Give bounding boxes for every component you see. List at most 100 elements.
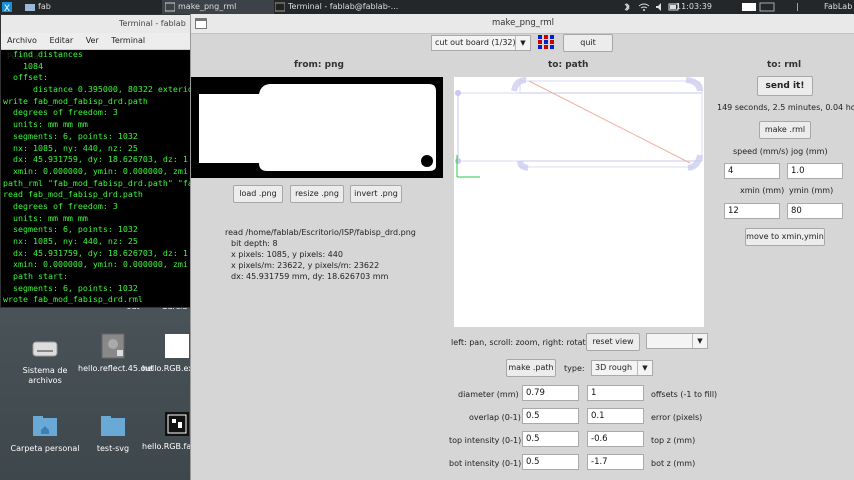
type-select[interactable]: 3D rough ▼ [591, 360, 653, 376]
desktop-switcher[interactable] [740, 0, 776, 14]
jog-label: jog (mm) [791, 147, 828, 156]
terminal-output[interactable]: find distances 1084 offset: distance 0.3… [3, 49, 195, 305]
jog-input[interactable]: 1.0 [787, 163, 843, 179]
error-input[interactable]: 0.1 [587, 408, 644, 424]
taskbar-item-terminal[interactable]: Terminal - fablab@fablab-... [272, 0, 408, 14]
menu-ver[interactable]: Ver [86, 36, 99, 45]
ymin-input[interactable]: 80 [787, 203, 843, 219]
chevron-down-icon: ▼ [692, 334, 707, 348]
terminal-line: nx: 1085, ny: 440, nz: 25 [3, 142, 138, 153]
make-png-rml-window[interactable]: make_png_rml cut out board (1/32) ▼ quit… [190, 14, 854, 480]
terminal-line: write fab_mod_fabisp_drd.path [3, 95, 148, 106]
terminal-line: degrees of freedom: 3 [3, 107, 118, 118]
terminal-window[interactable]: Terminal - fablab Archivo Editar Ver Ter… [0, 14, 196, 308]
color-grid-icon[interactable] [537, 34, 555, 50]
make-path-button[interactable]: make .path [506, 359, 556, 377]
terminal-titlebar[interactable]: Terminal - fablab [1, 15, 195, 33]
bot-intensity-input[interactable]: 0.5 [522, 454, 579, 470]
terminal-line: xmin: 0.000000, ymin: 0.000000, zmi [3, 165, 188, 176]
image-icon [163, 332, 191, 360]
terminal-line: degrees of freedom: 3 [3, 200, 118, 211]
move-to-xmin-ymin-button[interactable]: move to xmin,ymin [745, 228, 825, 246]
desktop-icon-home-folder[interactable]: Carpeta personal [10, 412, 80, 454]
terminal-icon [275, 2, 285, 12]
ymin-label: ymin (mm) [789, 186, 834, 195]
quit-button[interactable]: quit [563, 34, 613, 52]
view-select[interactable]: ▼ [646, 333, 708, 349]
reset-view-button[interactable]: reset view [586, 333, 640, 351]
taskbar-item-make-png-rml[interactable]: make_png_rml [162, 0, 274, 14]
png-info-pixels: x pixels: 1085, y pixels: 440 [231, 250, 343, 259]
path-preview[interactable] [454, 77, 704, 327]
resize-png-button[interactable]: resize .png [290, 185, 344, 203]
overlap-input[interactable]: 0.5 [522, 408, 579, 424]
terminal-line: offset: [3, 72, 48, 83]
send-it-button[interactable]: send it! [757, 76, 813, 96]
terminal-line: units: mm mm mm [3, 212, 88, 223]
time-estimate: 149 seconds, 2.5 minutes, 0.04 hours [717, 103, 854, 112]
terminal-line: 1084 [3, 60, 43, 71]
bot-z-input[interactable]: -1.7 [587, 454, 644, 470]
xmin-input[interactable]: 12 [724, 203, 780, 219]
window-icon [165, 2, 175, 12]
mode-select-value: cut out board (1/32) [435, 38, 516, 47]
window-titlebar[interactable]: make_png_rml [191, 14, 854, 34]
top-intensity-input[interactable]: 0.5 [522, 431, 579, 447]
folder-icon [99, 412, 127, 440]
desktop-icon-test-svg[interactable]: test-svg [78, 412, 148, 454]
bluetooth-icon[interactable] [622, 0, 632, 14]
terminal-line: path_rml "fab_mod_fabisp_drd.path" "fa [3, 177, 193, 188]
toolpath-view [455, 77, 703, 178]
png-info-pixels-per-m: x pixels/m: 23622, y pixels/m: 23622 [231, 261, 380, 270]
make-rml-button[interactable]: make .rml [759, 121, 811, 139]
executable-icon [99, 332, 127, 360]
terminal-line: dx: 45.931759, dy: 18.626703, dz: 1 [3, 247, 188, 258]
invert-png-button[interactable]: invert .png [350, 185, 402, 203]
diameter-input[interactable]: 0.79 [522, 385, 579, 401]
menu-archivo[interactable]: Archivo [7, 36, 37, 45]
bot-intensity-label: bot intensity (0-1) [449, 459, 522, 468]
offsets-input[interactable]: 1 [587, 385, 644, 401]
xmin-label: xmin (mm) [740, 186, 785, 195]
user-name[interactable]: FabLab [824, 0, 852, 14]
folder-icon [25, 4, 35, 11]
svg-text:X: X [4, 4, 10, 14]
terminal-line: xmin: 0.000000, ymin: 0.000000, zmi [3, 259, 188, 270]
menu-editar[interactable]: Editar [49, 36, 73, 45]
png-info-dims: dx: 45.931759 mm, dy: 18.626703 mm [231, 272, 389, 281]
view-hint: left: pan, scroll: zoom, right: rotate [451, 338, 591, 347]
terminal-line: segments: 6, points: 1032 [3, 282, 138, 293]
clock[interactable]: 11:03:39 [676, 0, 712, 14]
wifi-icon[interactable] [638, 0, 650, 14]
terminal-line: units: mm mm mm [3, 119, 88, 130]
top-z-label: top z (mm) [651, 436, 696, 445]
desktop-icon-hello-reflect[interactable]: hello.reflect.45.out [78, 332, 154, 374]
speed-label: speed (mm/s) [733, 147, 789, 156]
png-info-bit-depth: bit depth: 8 [231, 239, 278, 248]
terminal-menubar: Archivo Editar Ver Terminal Pestañas A [1, 33, 195, 61]
terminal-line: dx: 45.931759, dy: 18.626703, dz: 1 [3, 154, 188, 165]
mode-select[interactable]: cut out board (1/32) ▼ [431, 35, 531, 51]
load-png-button[interactable]: load .png [233, 185, 283, 203]
speed-input[interactable]: 4 [724, 163, 780, 179]
menu-icon[interactable]: X [0, 0, 14, 14]
terminal-line: read fab_mod_fabisp_drd.path [3, 189, 143, 200]
volume-icon[interactable] [654, 0, 666, 14]
desktop-icon-filesystem[interactable]: Sistema de archivos [10, 334, 80, 386]
overlap-label: overlap (0-1) [469, 413, 521, 422]
taskbar-item-fab[interactable]: fab [22, 0, 108, 14]
type-select-value: 3D rough [595, 363, 633, 372]
top-intensity-label: top intensity (0-1) [449, 436, 522, 445]
terminal-line: segments: 6, points: 1032 [3, 224, 138, 235]
to-rml-header: to: rml [767, 60, 802, 70]
top-z-input[interactable]: -0.6 [587, 431, 644, 447]
terminal-line: segments: 6, points: 1032 [3, 130, 138, 141]
to-path-header: to: path [548, 60, 589, 70]
menu-terminal[interactable]: Terminal [111, 36, 145, 45]
type-label: type: [564, 364, 585, 373]
terminal-line: wrote fab_mod_fabisp_drd.rml [3, 294, 143, 305]
terminal-line: distance 0.395000, 80322 exterior [3, 84, 195, 95]
terminal-title: Terminal - fablab [119, 19, 186, 28]
drive-icon [31, 334, 59, 362]
separator: | [796, 2, 799, 11]
